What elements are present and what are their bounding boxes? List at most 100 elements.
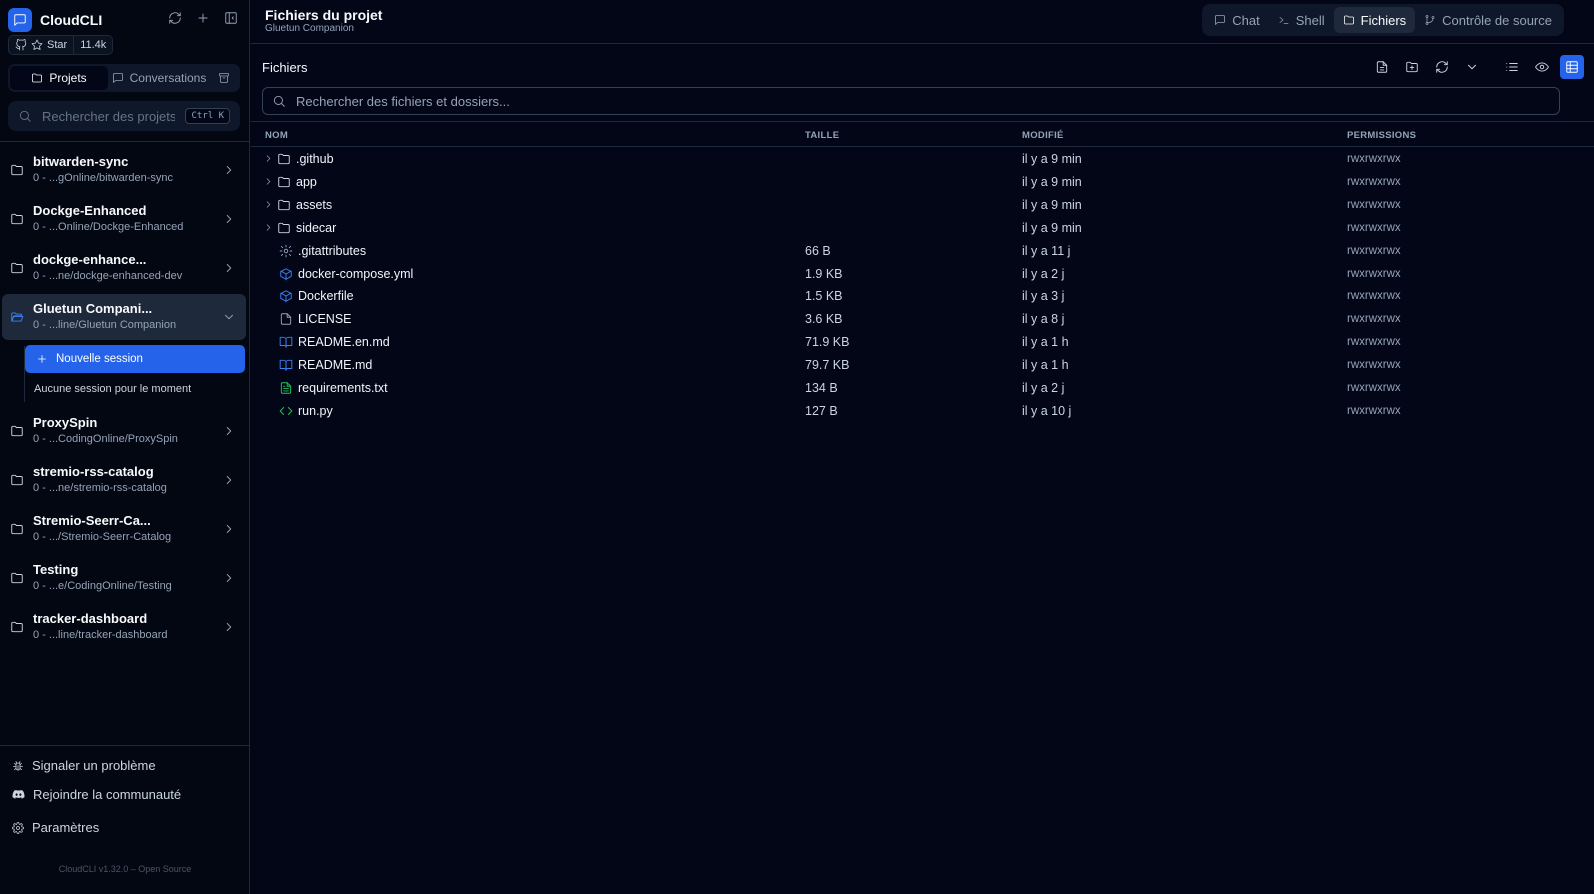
search-icon [18,109,32,123]
file-name: sidecar [296,221,337,235]
folder-icon [31,72,43,84]
plus-icon [36,353,48,365]
project-item[interactable]: tracker-dashboard 0 - ...line/tracker-das… [2,604,246,650]
table-row[interactable]: .github il y a 9 min rwxrwxrwx [251,148,1594,171]
project-path: 0 - ...ne/stremio-rss-catalog [33,482,167,494]
chevron-right-icon[interactable] [263,176,274,187]
file-size: 79.7 KB [805,358,850,372]
brand: CloudCLI [8,8,102,32]
table-row[interactable]: assets il y a 9 min rwxrwxrwx [251,194,1594,217]
chevron-right-icon[interactable] [263,222,274,233]
page-title: Fichiers du projet [265,7,383,23]
folder-icon [1343,14,1355,26]
main-panel: Fichiers du projet Gluetun Companion Cha… [251,0,1594,894]
collapse-sidebar-icon[interactable] [223,10,239,26]
new-file-button[interactable] [1370,55,1394,79]
tab-shell[interactable]: Shell [1269,7,1334,33]
project-item[interactable]: Dockge-Enhanced 0 - ...Online/Dockge-Enha… [2,196,246,242]
settings-link[interactable]: Paramètres [12,820,99,835]
column-permissions[interactable]: PERMISSIONS [1347,130,1416,141]
table-icon [1565,60,1579,74]
project-item[interactable]: stremio-rss-catalog 0 - ...ne/stremio-rss… [2,457,246,503]
table-row[interactable]: README.md 79.7 KB il y a 1 h rwxrwxrwx [251,354,1594,377]
archive-button[interactable] [210,66,238,90]
table-row[interactable]: README.en.md 71.9 KB il y a 1 h rwxrwxrwx [251,331,1594,354]
refresh-button[interactable] [1430,55,1454,79]
file-name: assets [296,198,333,212]
chevron-right-icon[interactable] [263,153,274,164]
project-item[interactable]: Stremio-Seerr-Ca... 0 - .../Stremio-Seerr… [2,506,246,552]
table-row[interactable]: LICENSE 3.6 KB il y a 8 j rwxrwxrwx [251,308,1594,331]
plus-icon[interactable] [195,10,211,26]
project-name: ProxySpin [33,415,98,430]
chevron-right-icon [222,620,236,634]
file-modified: il y a 2 j [1022,267,1065,281]
tab-chat[interactable]: Chat [1205,7,1268,33]
table-row[interactable]: .gitattributes 66 B il y a 11 j rwxrwxrwx [251,240,1594,263]
new-session-label: Nouvelle session [56,353,143,365]
docker-box-icon [279,289,293,303]
project-name: tracker-dashboard [33,611,148,626]
code-icon [279,404,293,418]
folder-plus-icon [1405,60,1419,74]
project-search-input[interactable] [42,108,176,124]
community-link[interactable]: Rejoindre la communauté [12,787,181,802]
no-session-text: Aucune session pour le moment [34,383,192,395]
file-size: 1.5 KB [805,289,843,303]
preview-view-button[interactable] [1530,55,1554,79]
tab-projets[interactable]: Projets [10,66,108,90]
table-row[interactable]: run.py 127 B il y a 10 j rwxrwxrwx [251,400,1594,423]
divider [0,745,250,746]
table-row[interactable]: sidecar il y a 9 min rwxrwxrwx [251,217,1594,240]
detailed-view-button[interactable] [1560,55,1584,79]
discord-icon [12,788,25,801]
file-modified: il y a 11 j [1022,244,1071,258]
new-file-icon [1375,60,1389,74]
file-modified: il y a 10 j [1022,404,1072,418]
file-permissions: rwxrwxrwx [1347,245,1401,257]
file-size: 3.6 KB [805,312,843,326]
column-name[interactable]: NOM [265,130,288,141]
tab-source-control[interactable]: Contrôle de source [1415,7,1561,33]
file-name: README.md [298,358,373,372]
project-path: 0 - ...line/tracker-dashboard [33,629,168,641]
chevron-right-icon[interactable] [263,199,274,210]
table-row[interactable]: docker-compose.yml 1.9 KB il y a 2 j rwxrwx… [251,263,1594,286]
column-size[interactable]: TAILLE [805,130,839,141]
list-view-button[interactable] [1500,55,1524,79]
file-modified: il y a 9 min [1022,175,1082,189]
new-session-button[interactable]: Nouvelle session [25,345,245,373]
project-item[interactable]: ProxySpin 0 - ...CodingOnline/ProxySpin [2,408,246,454]
folder-icon [10,261,24,275]
column-modified[interactable]: MODIFIÉ [1022,130,1064,141]
tab-label: Contrôle de source [1442,12,1552,28]
table-row[interactable]: Dockerfile 1.5 KB il y a 3 j rwxrwxrwx [251,285,1594,308]
file-permissions: rwxrwxrwx [1347,222,1401,234]
list-icon [1505,60,1519,74]
table-row[interactable]: requirements.txt 134 B il y a 2 j rwxrwxrwx [251,377,1594,400]
new-folder-button[interactable] [1400,55,1424,79]
report-problem-link[interactable]: Signaler un problème [12,758,156,773]
chevron-right-icon [222,522,236,536]
sidebar-actions [167,10,239,26]
project-item[interactable]: Testing 0 - ...e/CodingOnline/Testing [2,555,246,601]
report-label: Signaler un problème [32,758,156,773]
project-item[interactable]: dockge-enhance... 0 - ...ne/dockge-enhanc… [2,245,246,291]
project-item[interactable]: Gluetun Compani... 0 - ...line/Gluetun Co… [2,294,246,340]
project-name: stremio-rss-catalog [33,464,154,479]
chevron-down-icon [1465,60,1479,74]
tab-conversations[interactable]: Conversations [108,66,210,90]
file-search-input[interactable] [296,93,1550,109]
github-star-badge[interactable]: Star 11.4k [8,35,114,55]
refresh-icon[interactable] [167,10,183,26]
collapse-all-button[interactable] [1460,55,1484,79]
file-permissions: rwxrwxrwx [1347,382,1401,394]
table-row[interactable]: app il y a 9 min rwxrwxrwx [251,171,1594,194]
tab-fichiers[interactable]: Fichiers [1333,7,1416,33]
project-name: Testing [33,562,79,577]
project-item[interactable]: bitwarden-sync 0 - ...gOnline/bitwarden-s… [2,147,246,193]
chevron-down-icon [222,310,236,324]
file-name: LICENSE [298,312,352,326]
folder-icon [277,175,291,189]
file-name: .github [296,152,334,166]
